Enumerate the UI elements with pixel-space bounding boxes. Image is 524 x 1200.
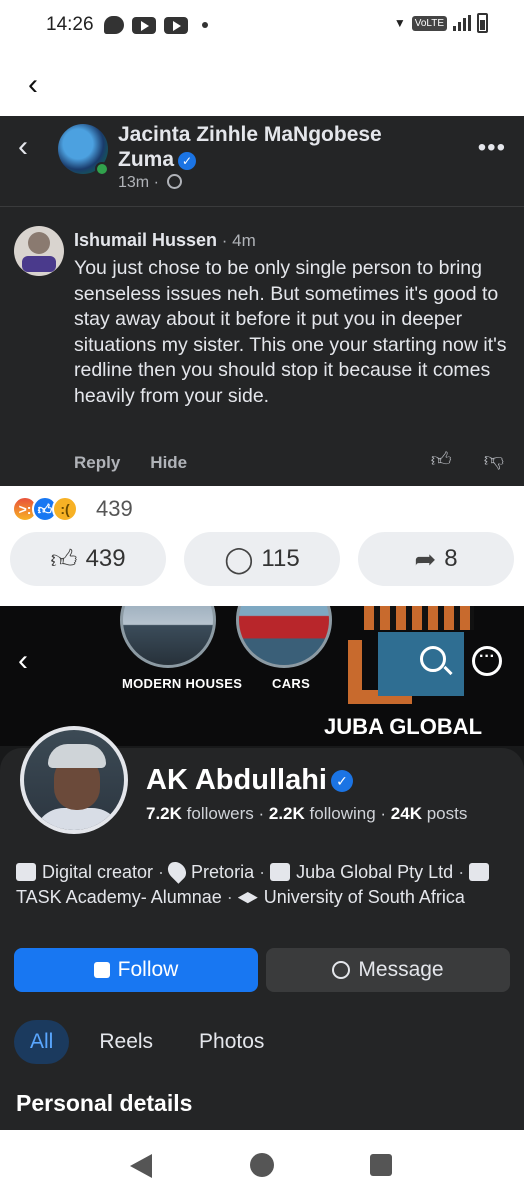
graduation-icon [237,892,258,904]
comment-avatar[interactable] [14,226,64,276]
profile-intro: Digital creator · Pretoria · Juba Global… [16,858,516,910]
signal-icon [453,15,471,31]
cover-label-houses: MODERN HOUSES [122,676,243,691]
top-app-bar: ‹ [0,52,524,116]
verified-badge-icon: ✓ [178,152,197,170]
post-panel: ‹ Jacinta Zinhle MaNgobese Zuma ✓ 13m · •… [0,116,524,486]
back-chevron-icon[interactable]: ‹ [18,130,28,164]
back-chevron-icon[interactable]: ‹ [18,644,28,678]
tab-all[interactable]: All [14,1020,70,1064]
profile-tabs: All Reels Photos [0,1014,524,1070]
post-time: 13m · [118,174,183,192]
globe-icon [167,174,183,189]
profile-panel: MODERN HOUSES CARS JUBA GLOBAL ‹ ··· AK … [0,606,524,1130]
nav-recents-icon[interactable] [370,1154,392,1176]
tab-reels[interactable]: Reels [83,1020,169,1064]
profile-stats: 7.2K followers · 2.2K following · 24K po… [146,804,468,823]
nav-home-icon[interactable] [250,1153,274,1177]
back-chevron-icon[interactable]: ‹ [28,68,38,102]
comment-text: You just chose to be only single person … [74,257,507,407]
more-notifications-icon [202,22,208,28]
comment-author[interactable]: Ishumail Hussen · 4m [74,230,256,251]
youtube-notification-icon [132,16,156,34]
follow-button[interactable]: Follow [14,948,258,992]
share-icon: ➦ [414,543,437,574]
sad-reaction-icon: :( [52,496,78,522]
building-icon [469,863,490,881]
section-title: Personal details [16,1090,193,1116]
navigation-bar [0,1130,524,1200]
reaction-count: 439 [96,496,133,521]
creator-icon [16,863,36,881]
follow-icon [93,962,110,978]
message-button[interactable]: Message [266,948,510,992]
youtube-notification-icon [164,16,188,34]
divider [0,206,524,207]
status-bar: 14:26 ▼ VoLTE [0,0,524,52]
online-indicator [95,162,109,176]
cover-photo[interactable]: MODERN HOUSES CARS JUBA GLOBAL ‹ ··· [0,606,524,746]
thumbs-down-icon[interactable]: 👎︎ [484,448,504,472]
comment-button[interactable]: ◯ 115 [184,532,340,586]
notification-icons [104,16,208,34]
thumbs-up-icon[interactable]: 👍︎ [431,448,452,472]
hide-button[interactable]: Hide [150,453,187,473]
tab-photos[interactable]: Photos [183,1020,280,1064]
messenger-icon [332,961,351,979]
search-icon[interactable] [420,646,446,672]
status-time: 14:26 [46,14,94,35]
post-author[interactable]: Jacinta Zinhle MaNgobese Zuma ✓ [118,122,438,172]
comment-actions: Reply Hide [74,453,187,473]
thumbs-up-icon: 👍︎ [50,543,78,574]
system-icons: ▼ VoLTE [394,13,488,33]
reply-button[interactable]: Reply [74,453,120,473]
message-notification-icon [104,16,124,34]
wifi-icon: ▼ [393,16,406,30]
comment-icon: ◯ [224,543,254,574]
nav-back-icon[interactable] [130,1154,152,1178]
houses-image [120,606,216,668]
battery-icon [477,13,488,33]
cover-label-cars: CARS [272,676,311,691]
profile-avatar[interactable] [20,726,128,834]
more-icon[interactable]: ··· [472,646,502,676]
reaction-emojis[interactable]: >: 👍︎ :( [12,496,78,522]
profile-name: AK Abdullahi ✓ [146,764,353,797]
like-button[interactable]: 👍︎ 439 [10,532,166,586]
reactions-bar: >: 👍︎ :( 439 👍︎ 439 ◯ 115 ➦ 8 [0,486,524,606]
vote-buttons: 👍︎ 👎︎ [431,448,504,472]
brand-name: JUBA GLOBAL [324,714,483,739]
car-image [236,606,332,668]
building-icon [270,863,291,881]
verified-badge-icon: ✓ [330,770,353,792]
volte-badge: VoLTE [411,15,447,31]
share-button[interactable]: ➦ 8 [358,532,514,586]
more-icon[interactable]: ••• [478,134,506,162]
